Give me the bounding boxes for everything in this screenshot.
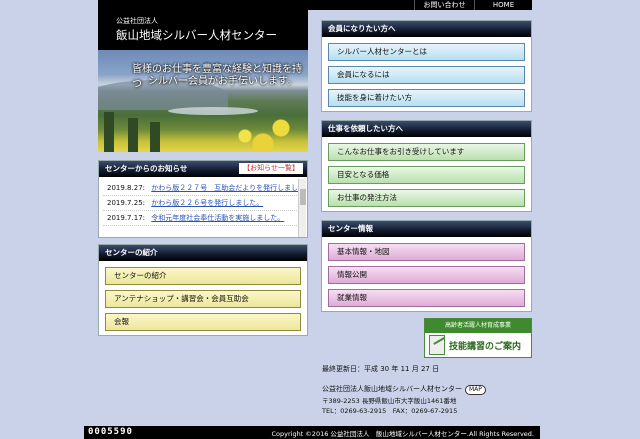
news-date: 2019.8.27: <box>107 184 145 192</box>
footer-org: 公益社団法人飯山地域シルバー人材センター <box>322 385 462 393</box>
request-heading: 仕事を依頼したい方へ <box>322 121 531 137</box>
news-heading-text: センターからのお知らせ <box>105 164 188 173</box>
skills-course-banner[interactable]: 高齢者活躍人材育成事業 技能講習のご案内 <box>424 318 532 358</box>
info-button-map[interactable]: 基本情報・地図 <box>328 243 525 261</box>
center-info-panel: センター情報 基本情報・地図 情報公開 就業情報 <box>321 220 532 312</box>
photo-flowers <box>218 112 308 152</box>
news-scrollbar-thumb[interactable] <box>300 189 306 205</box>
news-list: 2019.8.27: かわら版２２７号 互助会だよりを発行しました。 2019.… <box>103 181 299 235</box>
banner-main-text: 技能講習のご案内 <box>449 342 522 352</box>
visitor-counter: 0005590 <box>88 427 133 437</box>
footer-phone: TEL：0269-63-2915 FAX：0269-67-2915 <box>322 407 458 415</box>
intro-button-center[interactable]: センターの紹介 <box>105 267 301 285</box>
photo-tree <box>128 118 138 152</box>
news-link[interactable]: かわら版２２６号を発行しました。 <box>151 199 263 207</box>
request-panel: 仕事を依頼したい方へ こんなお仕事をお引き受けしています 目安となる価格 お仕事… <box>321 120 532 212</box>
news-heading: センターからのお知らせ 【お知らせ一覧】 <box>99 161 307 177</box>
news-item: 2019.7.17: 令和元年度社会奉仕活動を実施しました。 <box>103 211 299 226</box>
org-type: 公益社団法人 <box>116 17 158 25</box>
news-date: 2019.7.17: <box>107 214 145 222</box>
intro-button-bulletin[interactable]: 会報 <box>105 313 301 331</box>
intro-button-antenna-shop[interactable]: アンテナショップ・講習会・会員互助会 <box>105 290 301 308</box>
news-date: 2019.7.25: <box>107 199 145 207</box>
news-link[interactable]: 令和元年度社会奉仕活動を実施しました。 <box>151 214 284 222</box>
site-title-box[interactable]: 公益社団法人 飯山地域シルバー人材センター <box>98 10 308 50</box>
news-more-link[interactable]: 【お知らせ一覧】 <box>239 163 303 174</box>
member-panel: 会員になりたい方へ シルバー人材センターとは 会員になるには 技能を身に着けたい… <box>321 20 532 112</box>
news-panel: センターからのお知らせ 【お知らせ一覧】 2019.8.27: かわら版２２７号… <box>98 160 308 238</box>
member-button-skills[interactable]: 技能を身に着けたい方 <box>328 89 525 107</box>
home-link[interactable]: HOME <box>474 0 532 10</box>
news-item: 2019.7.25: かわら版２２６号を発行しました。 <box>103 196 299 211</box>
news-item: 2019.8.27: かわら版２２７号 互助会だよりを発行しました。 <box>103 181 299 196</box>
center-info-heading: センター情報 <box>322 221 531 237</box>
photo-tree <box>150 122 160 152</box>
top-navigation: お問い合わせ HOME <box>0 0 640 10</box>
tagline-line-2: シルバー会員がお手伝いします。 <box>148 76 297 87</box>
footer-address: 〒389-2253 長野県飯山市大字飯山1461番地 <box>322 397 457 405</box>
request-button-services[interactable]: こんなお仕事をお引き受けしています <box>328 143 525 161</box>
news-scrollbar[interactable] <box>298 179 306 237</box>
site-name: 飯山地域シルバー人材センター <box>116 28 277 42</box>
member-button-join[interactable]: 会員になるには <box>328 66 525 84</box>
intro-panel: センターの紹介 センターの紹介 アンテナショップ・講習会・会員互助会 会報 <box>98 244 308 336</box>
contact-link[interactable]: お問い合わせ <box>414 0 474 10</box>
bottom-bar: 0005590 Copyright ©2016 公益社団法人 飯山地域シルバー人… <box>84 426 540 439</box>
news-link[interactable]: かわら版２２７号 互助会だよりを発行しました。 <box>151 184 299 192</box>
request-button-prices[interactable]: 目安となる価格 <box>328 166 525 184</box>
footer-org-line: 公益社団法人飯山地域シルバー人材センター MAP <box>322 384 486 395</box>
info-button-disclosure[interactable]: 情報公開 <box>328 266 525 284</box>
landscape-photo: 皆様のお仕事を豊富な経験と知識を持つ シルバー会員がお手伝いします。 <box>98 50 308 152</box>
info-button-employment[interactable]: 就業情報 <box>328 289 525 307</box>
request-button-order[interactable]: お仕事の発注方法 <box>328 189 525 207</box>
certificate-icon <box>429 335 445 355</box>
member-button-about[interactable]: シルバー人材センターとは <box>328 43 525 61</box>
member-heading: 会員になりたい方へ <box>322 21 531 37</box>
last-updated: 最終更新日：平成 30 年 11 月 27 日 <box>322 365 440 373</box>
banner-body: 技能講習のご案内 <box>425 333 531 357</box>
map-link[interactable]: MAP <box>465 385 486 395</box>
photo-tree <box>104 112 114 152</box>
banner-top-text: 高齢者活躍人材育成事業 <box>425 319 531 333</box>
copyright: Copyright ©2016 公益社団法人 飯山地域シルバー人材センター.Al… <box>271 430 534 438</box>
intro-heading: センターの紹介 <box>99 245 307 261</box>
site-header: 公益社団法人 飯山地域シルバー人材センター 皆様のお仕事を豊富な経験と知識を持つ… <box>98 10 308 152</box>
